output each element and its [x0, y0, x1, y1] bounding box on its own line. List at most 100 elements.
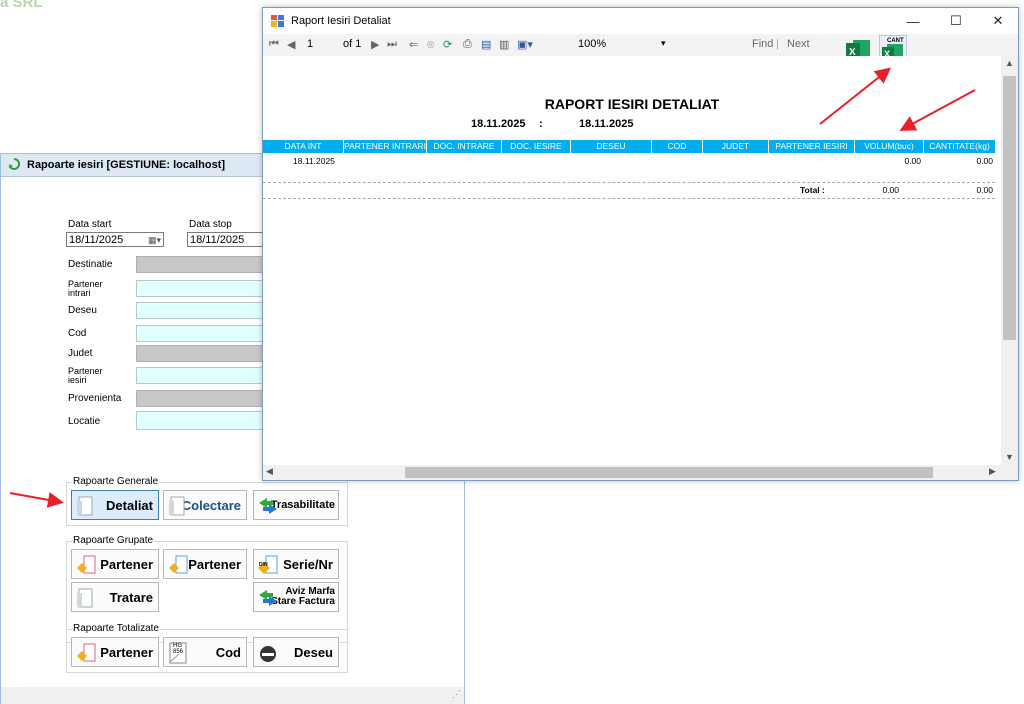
stare-factura-label: Stare Factura	[271, 596, 335, 607]
colectare-button-label: Colectare	[181, 497, 241, 513]
scroll-corner	[1001, 465, 1018, 480]
cod-totalizat-button-label: Cod	[215, 644, 241, 660]
current-page-input[interactable]: 1	[307, 38, 313, 50]
stop-icon[interactable]: ⊗	[426, 38, 435, 51]
export-save-icon[interactable]: ▣▾	[517, 38, 533, 51]
partner-document-icon	[169, 555, 188, 574]
cod-field[interactable]	[136, 325, 266, 342]
document-icon	[77, 496, 93, 516]
row-cantitate: 0.00	[976, 156, 993, 166]
col-header-doc-intrare: DOC. INTRARE	[427, 140, 501, 153]
tratare-button[interactable]: Tratare	[71, 582, 159, 612]
partener-totalizat-button-label: Partener	[100, 644, 153, 660]
deseu-totalizat-button-label: Deseu	[293, 644, 333, 660]
partener-grupat-2-button[interactable]: Partener	[163, 549, 247, 579]
scroll-right-icon[interactable]: ▶	[989, 466, 996, 477]
page-setup-icon[interactable]: ▥	[499, 38, 509, 51]
scroll-down-icon[interactable]: ▼	[1005, 452, 1014, 462]
deseu-field[interactable]	[136, 302, 266, 319]
prev-page-icon[interactable]: ◀	[287, 38, 295, 51]
row-data-int: 18.11.2025	[293, 156, 335, 166]
scroll-left-icon[interactable]: ◀	[266, 466, 273, 477]
vertical-scrollbar[interactable]: ▲ ▼	[1001, 56, 1018, 465]
partener-intrari-field[interactable]	[136, 280, 266, 297]
detaliat-button-label: Detaliat	[106, 497, 153, 513]
report-viewport: RAPORT IESIRI DETALIAT 18.11.2025 : 18.1…	[263, 56, 1001, 465]
group-rapoarte-totalizate-label: Rapoarte Totalizate	[72, 623, 160, 634]
print-icon[interactable]: ⎙	[463, 38, 472, 51]
label-destinatie: Destinatie	[68, 259, 113, 270]
label-data-stop: Data stop	[189, 219, 232, 230]
window-title: Rapoarte iesiri [GESTIUNE: localhost]	[27, 159, 226, 171]
horizontal-scroll-thumb[interactable]	[405, 467, 933, 478]
partener-iesiri-field[interactable]	[136, 367, 266, 384]
judet-field[interactable]	[136, 345, 266, 362]
first-page-icon[interactable]: ⏮	[269, 38, 279, 51]
total-label: Total :	[800, 185, 825, 195]
col-header-judet: JUDET	[703, 140, 768, 153]
col-header-cantitate: CANTITATE(kg)	[924, 140, 995, 153]
minimize-button[interactable]: —	[892, 8, 934, 34]
print-layout-icon[interactable]: ▤	[481, 38, 491, 51]
col-header-partener-iesiri: PARTENER IESIRI	[769, 140, 854, 153]
window-title: Raport Iesiri Detaliat	[291, 15, 391, 27]
provenienta-field[interactable]	[136, 390, 266, 407]
serie-nr-button[interactable]: D/N Serie/Nr	[253, 549, 339, 579]
trasabilitate-button[interactable]: Trasabilitate	[253, 490, 339, 520]
refresh-icon[interactable]: ⟳	[443, 38, 452, 51]
next-page-icon[interactable]: ▶	[371, 38, 379, 51]
cod-totalizat-button[interactable]: HG 856 Cod	[163, 637, 247, 667]
partener-grupat-2-button-label: Partener	[188, 556, 241, 572]
report-app-icon	[271, 15, 284, 27]
report-toolbar: ⏮ ◀ 1 of 1 ▶ ⏭ ⇐ ⊗ ⟳ ⎙ ▤ ▥ ▣▾ 100% ▾ Fin…	[263, 34, 1018, 65]
divider	[263, 182, 995, 183]
date-start-picker[interactable]: 18/11/2025 ▦▾	[66, 232, 164, 247]
col-header-data-int: DATA INT	[263, 140, 343, 153]
title-bar[interactable]: Raport Iesiri Detaliat — ☐ ✕	[263, 8, 1018, 34]
date-stop-value: 18/11/2025	[190, 234, 245, 246]
app-icon	[8, 158, 20, 170]
label-provenienta: Provenienta	[68, 393, 122, 404]
col-header-partener-intrari: PARTENER INTRARI	[344, 140, 426, 153]
date-stop-picker[interactable]: 18/11/2025	[187, 232, 267, 247]
scroll-up-icon[interactable]: ▲	[1005, 58, 1014, 68]
next-link[interactable]: Next	[787, 38, 810, 50]
waste-bin-icon	[260, 646, 276, 662]
document-icon	[169, 496, 185, 516]
resize-grip-icon[interactable]: ⋰	[452, 689, 461, 700]
transfer-arrows-icon	[259, 590, 277, 606]
partener-grupat-button[interactable]: Partener	[71, 549, 159, 579]
group-rapoarte-grupate-label: Rapoarte Grupate	[72, 535, 155, 546]
hg-icon-text: HG 856	[173, 643, 183, 655]
back-icon[interactable]: ⇐	[409, 38, 418, 51]
row-volum: 0.00	[904, 156, 921, 166]
colectare-button[interactable]: Colectare	[163, 490, 247, 520]
total-volum: 0.00	[882, 185, 899, 195]
find-link[interactable]: Find	[752, 38, 773, 50]
destinatie-field[interactable]	[136, 256, 266, 273]
maximize-button[interactable]: ☐	[935, 8, 977, 34]
calendar-dropdown-icon[interactable]: ▦▾	[148, 233, 161, 248]
transfer-arrows-icon	[259, 498, 277, 514]
label-partener-iesiri: Partener iesiri	[68, 367, 103, 385]
detaliat-button[interactable]: Detaliat	[71, 490, 159, 520]
document-icon	[77, 588, 93, 608]
partener-totalizat-button[interactable]: Partener	[71, 637, 159, 667]
zoom-select[interactable]: 100%	[578, 38, 606, 50]
label-cod: Cod	[68, 328, 87, 339]
hg-icon-text-2: 856	[173, 649, 184, 655]
deseu-totalizat-button[interactable]: Deseu	[253, 637, 339, 667]
horizontal-scrollbar[interactable]: ◀ ▶	[263, 465, 1001, 480]
last-page-icon[interactable]: ⏭	[387, 38, 397, 51]
col-header-volum: VOLUM(buc)	[855, 140, 923, 153]
cant-icon-text: CANT	[887, 38, 904, 44]
aviz-marfa-button[interactable]: Aviz Marfa Stare Factura	[253, 582, 339, 612]
raport-iesiri-detaliat-window: Raport Iesiri Detaliat — ☐ ✕ ⏮ ◀ 1 of 1 …	[262, 7, 1019, 481]
report-date-separator: :	[539, 118, 543, 130]
label-partener-intrari-line2: intrari	[68, 288, 91, 298]
vertical-scroll-thumb[interactable]	[1003, 76, 1016, 340]
locatie-field[interactable]	[136, 411, 266, 430]
label-partener-iesiri-line2: iesiri	[68, 375, 87, 385]
zoom-dropdown-icon[interactable]: ▾	[661, 38, 666, 49]
close-button[interactable]: ✕	[977, 8, 1019, 34]
